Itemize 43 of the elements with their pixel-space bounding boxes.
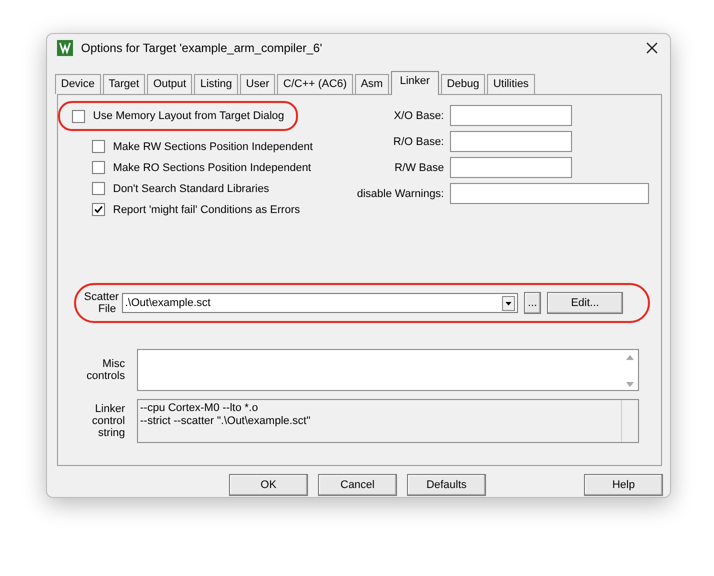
- checkbox-label: Report 'might fail' Conditions as Errors: [113, 204, 300, 216]
- tab[interactable]: Output: [147, 74, 192, 94]
- app-icon: [57, 40, 73, 56]
- field-label: Misc controls: [85, 358, 125, 382]
- tab[interactable]: Debug: [440, 74, 486, 94]
- browse-button[interactable]: ...: [524, 292, 541, 314]
- command-line-text: --cpu Cortex-M0 --lto *.o: [140, 402, 259, 415]
- checkbox[interactable]: [72, 110, 85, 122]
- scatter-file-dropdown[interactable]: .\Out\example.sct: [122, 293, 518, 313]
- checkbox-label: Make RW Sections Position Independent: [113, 140, 313, 152]
- dialog-button[interactable]: OK: [229, 474, 308, 496]
- misc-controls-field[interactable]: [137, 349, 639, 391]
- checkbox-label: Make RO Sections Position Independent: [113, 162, 312, 174]
- checkbox-label: Don't Search Standard Libraries: [113, 182, 270, 194]
- checkbox[interactable]: [92, 203, 105, 216]
- checkbox-label: Use Memory Layout from Target Dialog: [93, 110, 284, 122]
- tab[interactable]: Linker: [390, 71, 439, 95]
- tab[interactable]: Utilities: [487, 74, 535, 94]
- input-field[interactable]: [450, 157, 572, 178]
- tab[interactable]: Device: [55, 74, 101, 94]
- command-line-text: --strict --scatter ".\Out\example.sct": [140, 415, 310, 428]
- checkbox[interactable]: [92, 161, 105, 174]
- dialog-button[interactable]: Cancel: [318, 474, 397, 496]
- tab[interactable]: Asm: [354, 74, 389, 94]
- checkbox[interactable]: [92, 140, 105, 153]
- tab[interactable]: C/C++ (AC6): [277, 74, 353, 94]
- tab[interactable]: Target: [102, 74, 146, 94]
- field-label: disable Warnings:: [356, 188, 444, 200]
- field-label: X/O Base:: [392, 110, 444, 122]
- input-field[interactable]: [450, 131, 572, 152]
- field-label: R/W Base: [393, 162, 444, 174]
- field-label: R/O Base:: [392, 136, 444, 148]
- dialog-button[interactable]: Defaults: [407, 474, 486, 496]
- window-title: Options for Target 'example_arm_compiler_6': [81, 41, 324, 55]
- edit-button[interactable]: Edit...: [547, 292, 623, 314]
- close-icon[interactable]: [646, 42, 658, 54]
- dialog-button[interactable]: Help: [584, 474, 663, 496]
- checkbox[interactable]: [92, 182, 105, 195]
- input-field[interactable]: [450, 105, 572, 126]
- field-label: Linker control string: [90, 403, 125, 439]
- tab[interactable]: User: [240, 74, 276, 94]
- tab[interactable]: Listing: [194, 74, 238, 94]
- input-field[interactable]: [450, 183, 649, 204]
